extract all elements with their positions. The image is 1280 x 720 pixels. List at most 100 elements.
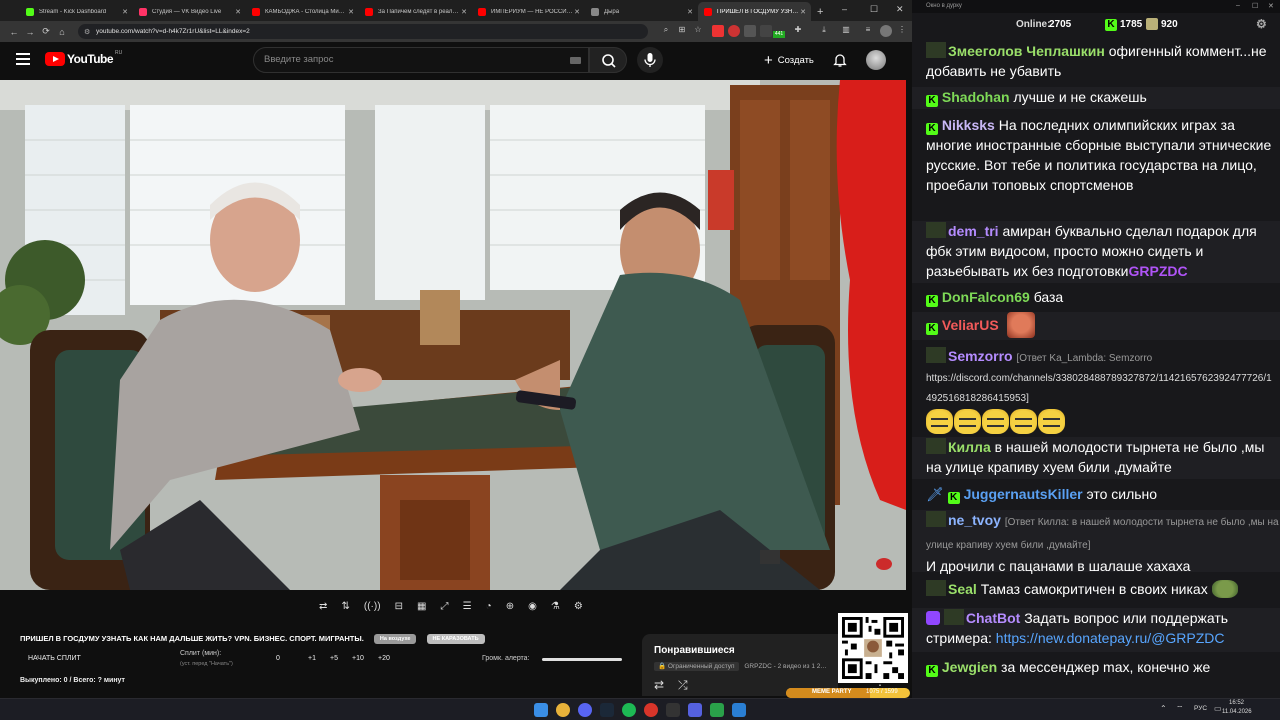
clear-button[interactable]: НЕ КАРАЗОВАТЬ xyxy=(426,634,485,645)
split-hint: (уст. перед "Начать") xyxy=(180,661,233,667)
lab-icon[interactable]: ⚗ xyxy=(551,601,560,612)
clock-date[interactable]: 11.04.2026 xyxy=(1222,709,1252,715)
search-button[interactable] xyxy=(589,47,627,73)
bot-icon xyxy=(926,611,940,625)
youtube-logo[interactable]: YouTube RU xyxy=(45,50,122,66)
extension-icon[interactable] xyxy=(760,25,772,37)
site-info-icon[interactable]: ⚙ xyxy=(84,28,90,36)
expand-icon[interactable]: ⤢ xyxy=(441,601,449,612)
chrome-icon[interactable] xyxy=(556,703,570,717)
sort-icon[interactable]: ⇅ xyxy=(341,601,349,612)
extension-icon[interactable] xyxy=(712,25,724,37)
kick-icon: K xyxy=(947,492,960,504)
search-input[interactable]: Введите запрос xyxy=(253,47,589,73)
windows-start-icon[interactable] xyxy=(534,703,548,717)
split-add-button[interactable]: +10 xyxy=(352,655,364,662)
user-avatar-badge xyxy=(926,42,946,58)
close-icon[interactable]: ✕ xyxy=(235,8,241,16)
shuffle-icon[interactable]: ⤮ xyxy=(678,678,688,693)
close-icon[interactable]: ✕ xyxy=(122,8,128,16)
back-icon[interactable]: ← xyxy=(6,27,22,37)
wifi-icon[interactable]: ⌔ xyxy=(1176,704,1184,714)
create-button[interactable]: + Создать xyxy=(756,48,822,72)
keyboard-icon[interactable] xyxy=(570,57,581,64)
clip-icon[interactable]: ⊕ xyxy=(506,601,514,612)
browser-tab[interactable]: ИМПЕРИУМ — НЕ РОССИЯ… ✕ xyxy=(472,2,585,21)
extension-icon[interactable] xyxy=(744,25,756,37)
close-window-icon[interactable]: ✕ xyxy=(896,4,904,15)
browser-tab[interactable]: КАМБОДЖА - Столица Ми… ✕ xyxy=(246,2,359,21)
split-add-button[interactable]: +1 xyxy=(308,655,316,662)
obs-icon[interactable] xyxy=(666,703,680,717)
start-split-button[interactable]: НАЧАТЬ СПЛИТ xyxy=(28,655,81,662)
menu-icon[interactable]: ≡ xyxy=(862,25,874,37)
reload-icon[interactable]: ⟳ xyxy=(38,26,54,37)
camera-icon[interactable]: ◉ xyxy=(528,601,537,612)
settings-icon[interactable]: ⚙ xyxy=(574,601,583,612)
split-add-button[interactable]: +20 xyxy=(378,655,390,662)
theater-icon[interactable]: ⊟ xyxy=(395,601,403,612)
new-tab-button[interactable]: + xyxy=(811,6,829,21)
close-icon[interactable]: ✕ xyxy=(461,8,467,16)
speed-icon[interactable]: ◔ xyxy=(486,601,492,612)
browser-tab[interactable]: Студия — VK Видео Live ✕ xyxy=(133,2,246,21)
app-icon[interactable] xyxy=(688,703,702,717)
forward-icon[interactable]: → xyxy=(22,27,38,37)
extension-icon[interactable] xyxy=(728,25,740,37)
app-icon[interactable] xyxy=(644,703,658,717)
film-icon[interactable]: ▦ xyxy=(417,601,426,612)
sidebar-icon[interactable]: ▥ xyxy=(840,25,852,37)
home-icon[interactable]: ⌂ xyxy=(54,27,70,37)
more-icon[interactable]: ⋮ xyxy=(896,25,908,37)
captions-icon[interactable]: ☰ xyxy=(463,601,472,612)
close-icon[interactable]: ✕ xyxy=(800,8,806,16)
video-player[interactable] xyxy=(0,80,906,590)
close-icon[interactable]: ✕ xyxy=(574,8,580,16)
chat-message: ChatBot Задать вопрос или поддержать стр… xyxy=(912,608,1280,652)
loop-icon[interactable]: ⇄ xyxy=(654,678,664,692)
discord-icon[interactable] xyxy=(578,703,592,717)
settings-icon[interactable]: ⚙ xyxy=(1256,17,1267,31)
minimize-icon[interactable]: – xyxy=(1236,2,1240,9)
profile-icon[interactable] xyxy=(880,25,892,37)
notifications-bell-icon[interactable] xyxy=(832,52,848,68)
clock-time[interactable]: 16:52 xyxy=(1229,700,1244,706)
tray-up-icon[interactable]: ⌃ xyxy=(1160,704,1167,713)
cast-icon[interactable]: ((·)) xyxy=(364,601,381,612)
minimize-icon[interactable]: – xyxy=(842,4,847,14)
network-icon[interactable]: ▭ xyxy=(1214,704,1222,713)
browser-tab-active[interactable]: ПРИШЕЛ В ГОСДУМУ УЗНАТ… ✕ xyxy=(698,2,811,21)
account-avatar[interactable] xyxy=(866,50,886,70)
steam-icon[interactable] xyxy=(600,703,614,717)
on-air-button[interactable]: На воздухе xyxy=(373,634,417,645)
download-icon[interactable]: ⤓ xyxy=(818,25,830,37)
language-indicator[interactable]: РУС xyxy=(1194,705,1207,712)
donate-link[interactable]: https://new.donatepay.ru/@GRPZDC xyxy=(996,630,1225,646)
browser-tab[interactable]: За Папичем следят в реал… ✕ xyxy=(359,2,472,21)
search-icon[interactable]: ⌕ xyxy=(660,25,672,37)
voice-search-button[interactable] xyxy=(637,47,663,73)
telegram-icon[interactable] xyxy=(732,703,746,717)
star-icon[interactable]: ☆ xyxy=(692,25,704,37)
hamburger-menu-icon[interactable] xyxy=(16,53,30,65)
install-icon[interactable]: ⊞ xyxy=(676,25,688,37)
maximize-icon[interactable]: ☐ xyxy=(1252,2,1258,10)
close-window-icon[interactable]: ✕ xyxy=(1268,2,1274,10)
puzzle-icon[interactable]: ✚ xyxy=(792,25,804,37)
online-count: 2705 xyxy=(1049,19,1072,30)
kick-viewers: 1785 xyxy=(1120,19,1143,30)
close-icon[interactable]: ✕ xyxy=(348,8,354,16)
browser-tab[interactable]: Stream - Kick Dashboard ✕ xyxy=(20,2,133,21)
sword-icon: 🗡 xyxy=(926,486,944,502)
spotify-icon[interactable] xyxy=(622,703,636,717)
playlist-title[interactable]: Понравившиеся xyxy=(654,645,735,656)
app-icon[interactable] xyxy=(710,703,724,717)
browser-tab[interactable]: Дыра ✕ xyxy=(585,2,698,21)
alert-volume-slider[interactable] xyxy=(542,658,622,661)
url-input[interactable]: ⚙ youtube.com/watch?v=d-h4k7Zr1rU&list=L… xyxy=(78,24,648,39)
message-link[interactable]: https://discord.com/channels/33802848878… xyxy=(926,369,1276,409)
split-add-button[interactable]: +5 xyxy=(330,655,338,662)
repeat-icon[interactable]: ⇄ xyxy=(319,601,327,612)
maximize-icon[interactable]: ☐ xyxy=(870,4,878,15)
close-icon[interactable]: ✕ xyxy=(687,8,693,16)
